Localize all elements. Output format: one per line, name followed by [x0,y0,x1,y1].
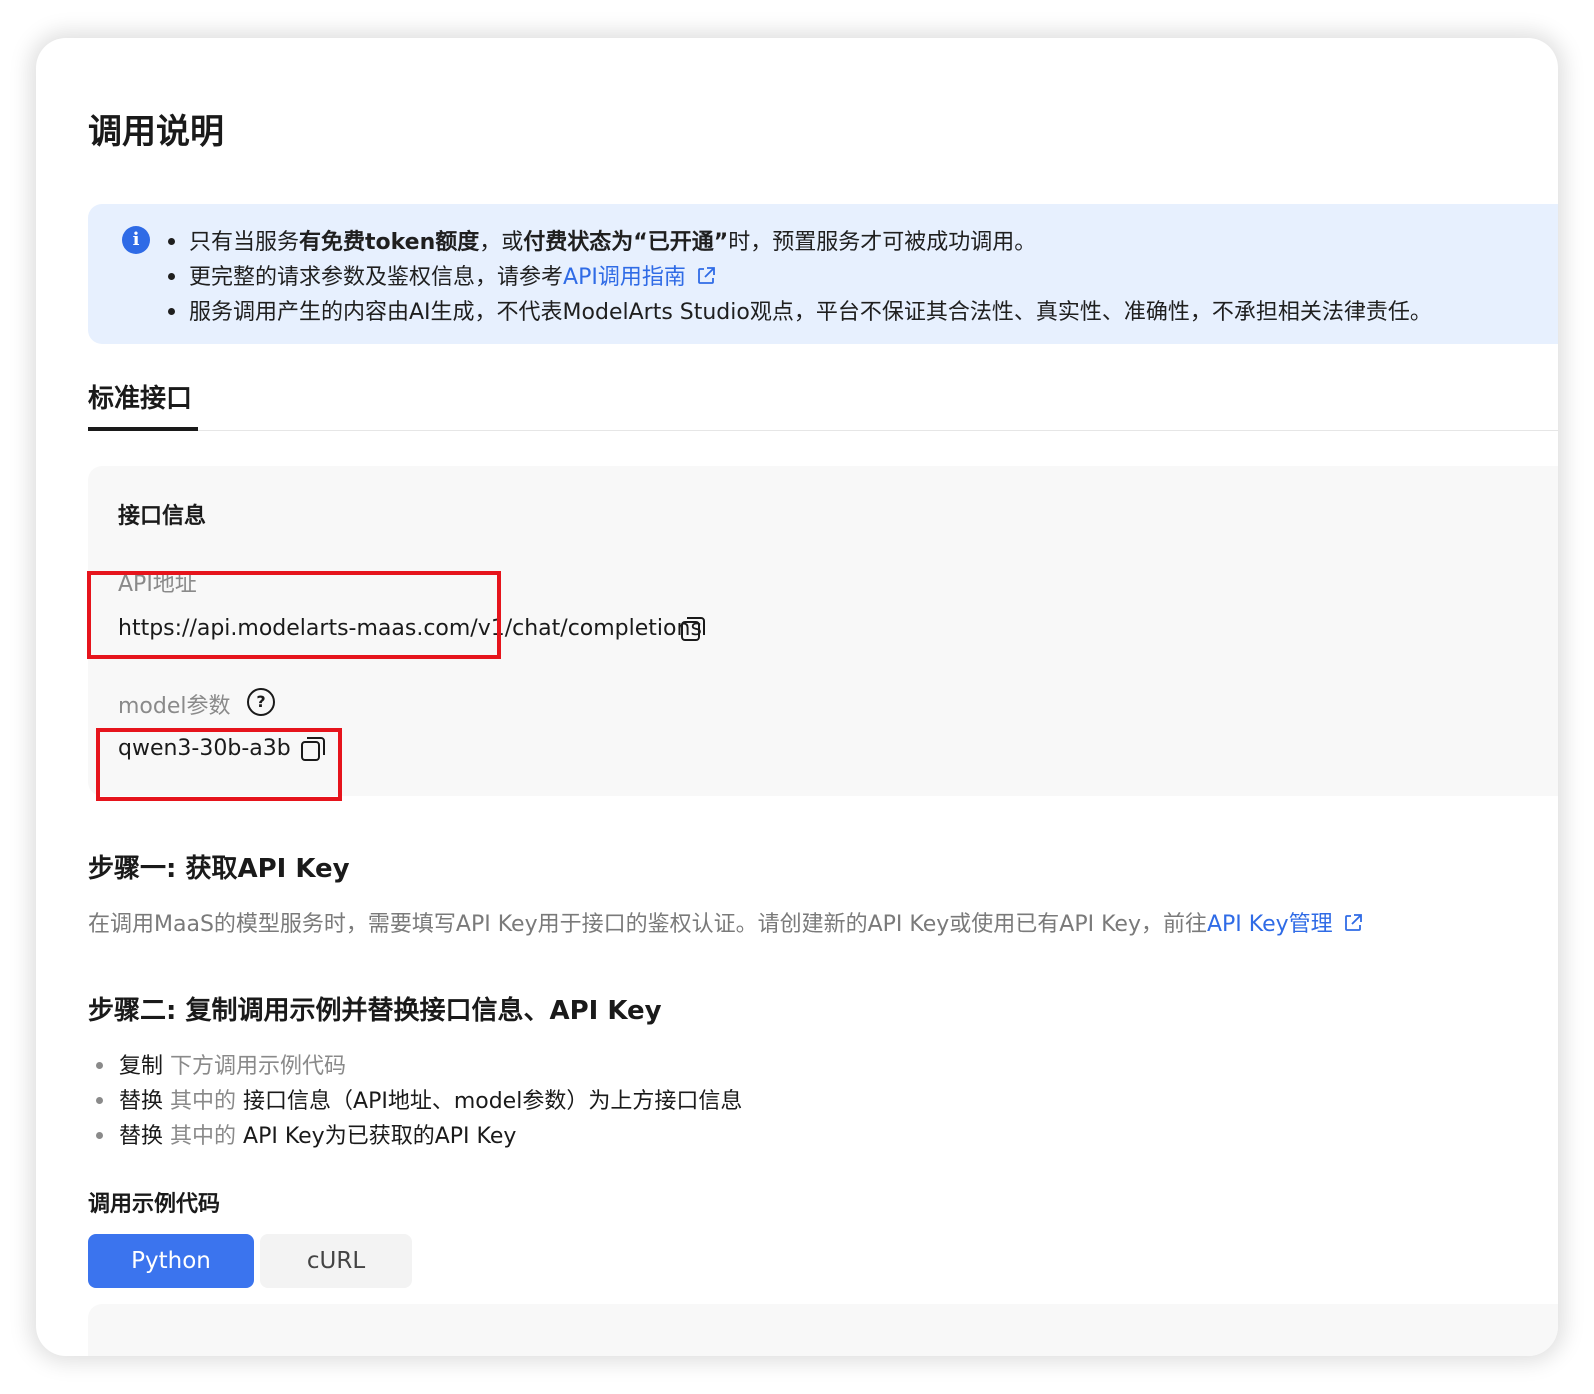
tab-python[interactable]: Python [88,1234,254,1288]
interface-info-title: 接口信息 [118,504,207,529]
notice-line-3: 服务调用产生的内容由AI生成，不代表ModelArts Studio观点，平台不… [168,294,1432,326]
sample-code-title: 调用示例代码 [88,1192,221,1217]
tab-curl[interactable]: cURL [260,1234,412,1288]
notice-banner: i 只有当服务有免费token额度，或付费状态为“已开通”时，预置服务才可被成功… [88,204,1558,344]
step1-title: 步骤一: 获取API Key [88,854,350,884]
tab-divider [88,430,1558,431]
external-link-icon[interactable] [696,266,716,286]
step2-title: 步骤二: 复制调用示例并替换接口信息、API Key [88,996,662,1026]
model-param-label: model参数 [118,694,231,719]
step2-bullet-1: 复制 下方调用示例代码 [96,1048,346,1080]
notice-line-1: 只有当服务有免费token额度，或付费状态为“已开通”时，预置服务才可被成功调用… [168,224,1036,256]
page-title: 调用说明 [88,112,224,152]
main-card: 调用说明 i 只有当服务有免费token额度，或付费状态为“已开通”时，预置服务… [36,38,1558,1356]
step1-description: 在调用MaaS的模型服务时，需要填写API Key用于接口的鉴权认证。请创建新的… [88,906,1363,938]
code-sample-panel [88,1304,1558,1356]
help-icon[interactable]: ? [247,688,275,716]
bullet-dot [168,237,175,245]
bullet-dot [96,1131,103,1139]
info-icon: i [122,226,150,254]
bullet-dot [96,1096,103,1104]
bullet-dot [96,1061,103,1069]
api-url-highlight-box [87,571,501,659]
model-highlight-box [96,728,342,801]
bullet-dot [168,307,175,315]
tab-active-underline [88,427,198,431]
external-link-icon[interactable] [1343,913,1363,933]
tab-standard-interface[interactable]: 标准接口 [88,378,192,415]
api-key-management-link[interactable]: API Key管理 [1207,912,1333,937]
step2-bullet-3: 替换 其中的 API Key为已获取的API Key [96,1118,516,1150]
bullet-dot [168,272,175,280]
notice-line-2: 更完整的请求参数及鉴权信息，请参考API调用指南 [168,259,716,291]
copy-api-url-icon[interactable] [680,616,706,642]
api-guide-link[interactable]: API调用指南 [563,265,686,290]
step2-bullet-2: 替换 其中的 接口信息（API地址、model参数）为上方接口信息 [96,1083,742,1115]
